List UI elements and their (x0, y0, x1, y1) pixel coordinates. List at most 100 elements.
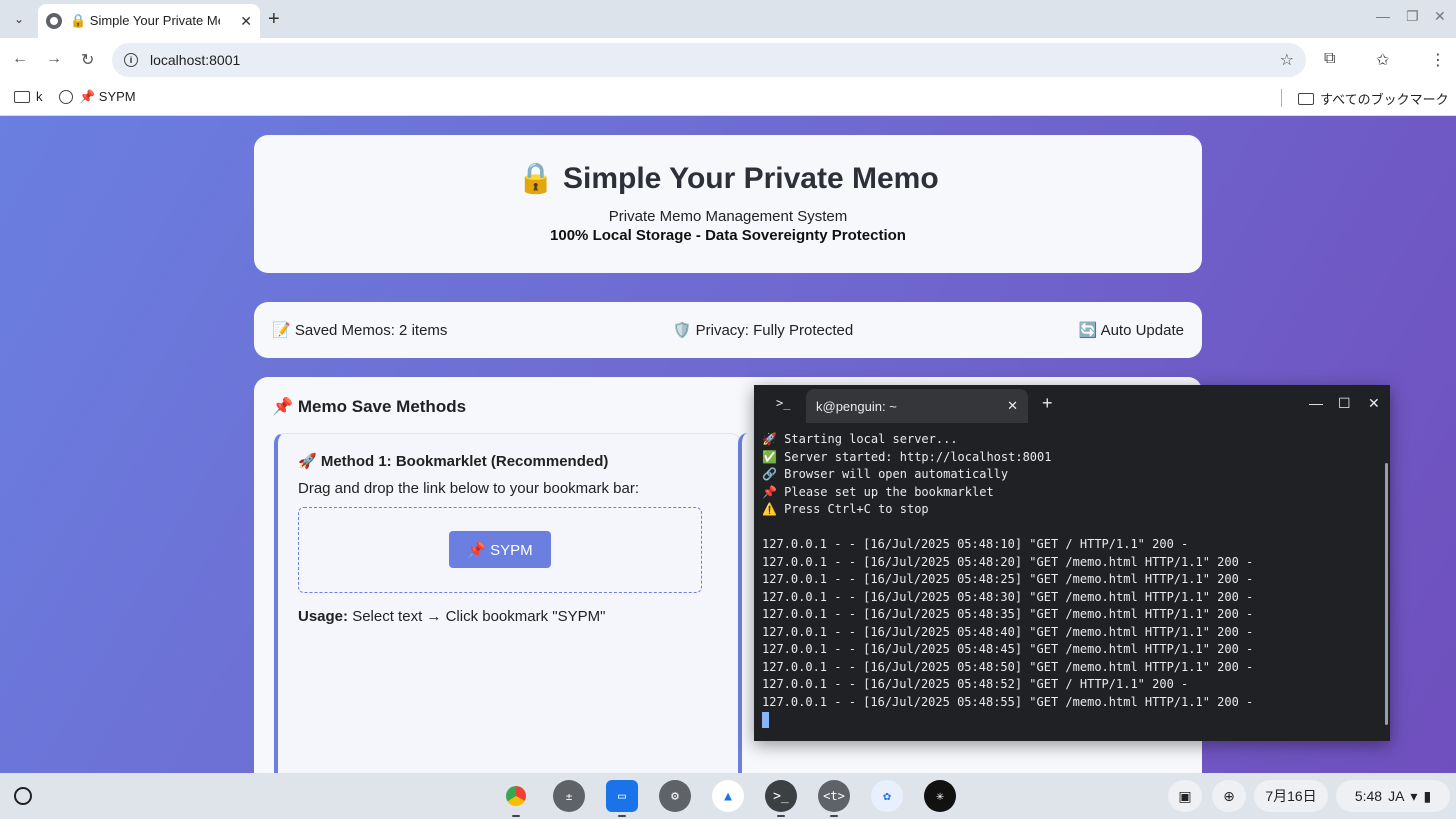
minimize-icon[interactable]: — (1309, 395, 1323, 411)
add-circle-icon[interactable]: ⊕ (1212, 780, 1246, 812)
usage-label: Usage: (298, 608, 349, 625)
page-title: 🔒 Simple Your Private Memo (517, 162, 939, 195)
google-drive-icon[interactable]: ▲ (712, 780, 744, 812)
settings-gear-icon[interactable]: ⚙ (659, 780, 691, 812)
clock-text: 5:48 (1354, 788, 1383, 804)
bookmark-sypm[interactable]: 📌 SYPM (59, 89, 136, 105)
folder-icon (1298, 92, 1314, 105)
method-1-title: 🚀 Method 1: Bookmarklet (Recommended) (298, 453, 609, 470)
site-info-icon[interactable]: i (124, 53, 138, 67)
battery-icon: ▮ (1423, 787, 1432, 804)
globe-icon (59, 90, 73, 104)
system-shelf: ± ▭ ⚙ ▲ >_ <t> ✿ ✳ ▣ ⊕ 7月16日 5:48 JA ▾ ▮ (0, 773, 1456, 819)
terminal-line: 127.0.0.1 - - [16/Jul/2025 05:48:40] "GE… (762, 624, 1254, 639)
all-bookmarks-label: すべてのブックマーク (1320, 92, 1449, 107)
terminal-line: 127.0.0.1 - - [16/Jul/2025 05:48:55] "GE… (762, 694, 1254, 709)
terminal-line: 127.0.0.1 - - [16/Jul/2025 05:48:20] "GE… (762, 554, 1254, 569)
files-icon[interactable]: ▭ (606, 780, 638, 812)
terminal-app-icon[interactable]: >_ (765, 780, 797, 812)
terminal-line: 127.0.0.1 - - [16/Jul/2025 05:48:25] "GE… (762, 572, 1254, 586)
chrome-icon[interactable] (500, 780, 532, 812)
ime-indicator: JA (1388, 788, 1405, 804)
terminal-line: 127.0.0.1 - - [16/Jul/2025 05:48:50] "GE… (762, 659, 1254, 674)
new-tab-button[interactable]: + (268, 8, 280, 31)
bookmark-folder-k[interactable]: k (14, 89, 43, 104)
saved-memos-stat: 📝 Saved Memos: 2 items (272, 322, 448, 339)
new-terminal-tab-button[interactable]: + (1042, 393, 1053, 414)
all-bookmarks-folder[interactable]: すべてのブックマーク (1298, 89, 1449, 108)
forward-arrow-icon[interactable]: → (46, 50, 62, 68)
terminal-output[interactable]: 🚀 Starting local server... ✅ Server start… (754, 423, 1390, 741)
url-text[interactable]: localhost:8001 (150, 52, 240, 68)
more-menu-icon[interactable]: ⋮ (1430, 50, 1446, 70)
browser-toolbar: ← → ↻ i localhost:8001 ☆ ⧉ ✩ ⋮ (0, 38, 1456, 82)
bookmarklet-drop-zone: 📌 SYPM (298, 507, 702, 593)
running-indicator (512, 815, 520, 817)
terminal-line: 127.0.0.1 - - [16/Jul/2025 05:48:30] "GE… (762, 589, 1254, 604)
maximize-icon[interactable]: ☐ (1338, 395, 1351, 412)
usage-text: Select text → Click bookmark "SYPM" (348, 608, 606, 625)
page-tagline: 100% Local Storage - Data Sovereignty Pr… (550, 227, 906, 244)
globe-icon (46, 13, 62, 29)
method-2-panel (738, 433, 750, 773)
page-subtitle: Private Memo Management System (608, 208, 848, 225)
folder-icon (14, 90, 30, 103)
date-indicator[interactable]: 7月16日 (1254, 780, 1328, 812)
bookmarks-bar: k 📌 SYPM すべてのブックマーク (0, 82, 1456, 116)
terminal-line: 127.0.0.1 - - [16/Jul/2025 05:48:45] "GE… (762, 642, 1254, 656)
status-tray[interactable]: 5:48 JA ▾ ▮ (1336, 780, 1450, 812)
running-indicator (777, 815, 785, 817)
sypm-bookmarklet-button[interactable]: 📌 SYPM (449, 531, 551, 568)
terminal-tab-title: k@penguin: ~ (816, 398, 897, 414)
terminal-line: 📌 Please set up the bookmarklet (762, 484, 994, 499)
bookmark-label: k (36, 89, 43, 104)
running-indicator (830, 815, 838, 817)
terminal-line: ✅ Server started: http://localhost:8001 (762, 449, 1052, 464)
tab-search-icon[interactable]: ⌄ (8, 8, 30, 30)
method-1-description: Drag and drop the link below to your boo… (298, 480, 640, 497)
bookmarks-divider (1281, 89, 1282, 107)
bookmarks-panel-icon[interactable]: ✩ (1376, 50, 1389, 70)
browser-tab-strip: ⌄ 🔒 Simple Your Private Memo ✕ + — ❐ ✕ (0, 0, 1456, 38)
clipboard-icon[interactable]: ▣ (1168, 780, 1202, 812)
launcher-icon[interactable] (14, 787, 32, 805)
calculator-icon[interactable]: ± (553, 780, 585, 812)
back-arrow-icon[interactable]: ← (12, 50, 28, 68)
terminal-line: 127.0.0.1 - - [16/Jul/2025 05:48:52] "GE… (762, 677, 1189, 691)
terminal-prompt-icon: >_ (776, 396, 791, 410)
bookmark-label: 📌 SYPM (79, 89, 136, 104)
terminal-tab[interactable]: k@penguin: ~ ✕ (806, 389, 1028, 423)
terminal-line: 127.0.0.1 - - [16/Jul/2025 05:48:10] "GE… (762, 537, 1189, 551)
close-icon[interactable]: ✕ (1368, 395, 1380, 412)
close-terminal-tab-icon[interactable]: ✕ (1007, 398, 1018, 414)
terminal-window: >_ k@penguin: ~ ✕ + — ☐ ✕ 🚀 Starting loc… (754, 385, 1390, 741)
browser-tab[interactable]: 🔒 Simple Your Private Memo ✕ (38, 4, 260, 38)
minimize-window-icon[interactable]: — (1376, 8, 1390, 24)
terminal-line: ⚠️ Press Ctrl+C to stop (762, 502, 929, 516)
method-1-panel: 🚀 Method 1: Bookmarklet (Recommended) Dr… (274, 433, 741, 773)
header-card: 🔒 Simple Your Private Memo Private Memo … (254, 135, 1202, 273)
perplexity-icon[interactable]: ✳ (924, 780, 956, 812)
terminal-cursor (762, 711, 769, 728)
wifi-icon: ▾ (1410, 787, 1418, 804)
extensions-icon[interactable]: ⧉ (1324, 50, 1335, 68)
privacy-stat: 🛡️ Privacy: Fully Protected (672, 322, 854, 339)
reload-icon[interactable]: ↻ (81, 50, 94, 70)
address-bar[interactable]: i localhost:8001 ☆ (112, 43, 1306, 77)
terminal-scrollbar[interactable] (1385, 463, 1388, 725)
methods-heading: 📌 Memo Save Methods (272, 397, 467, 416)
close-tab-icon[interactable]: ✕ (240, 13, 252, 30)
auto-update-stat: 🔄 Auto Update (1078, 322, 1184, 339)
bird-app-icon[interactable]: ✿ (871, 780, 903, 812)
text-editor-icon[interactable]: <t> (818, 780, 850, 812)
close-window-icon[interactable]: ✕ (1434, 8, 1446, 25)
date-text: 7月16日 (1265, 788, 1317, 804)
terminal-line: 127.0.0.1 - - [16/Jul/2025 05:48:35] "GE… (762, 607, 1254, 621)
terminal-titlebar: >_ k@penguin: ~ ✕ + — ☐ ✕ (754, 385, 1390, 423)
tab-title: 🔒 Simple Your Private Memo (70, 13, 220, 28)
restore-window-icon[interactable]: ❐ (1406, 8, 1419, 25)
terminal-line: 🚀 Starting local server... (762, 432, 958, 446)
bookmark-star-icon[interactable]: ☆ (1280, 50, 1294, 70)
usage-instructions: Usage: Select text → Click bookmark "SYP… (298, 608, 605, 625)
